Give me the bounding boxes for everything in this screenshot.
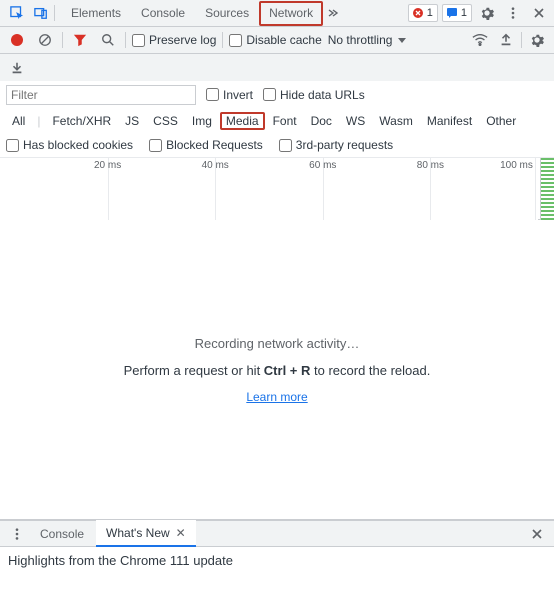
tab-elements[interactable]: Elements <box>61 0 131 27</box>
type-filter-bar: All | Fetch/XHR JS CSS Img Media Font Do… <box>0 108 554 133</box>
filter-bar: Invert Hide data URLs <box>0 81 554 108</box>
divider <box>125 32 126 48</box>
tab-console[interactable]: Console <box>131 0 195 27</box>
tick-label: 80 ms <box>417 160 444 171</box>
filter-ws[interactable]: WS <box>340 112 371 130</box>
tab-network[interactable]: Network <box>259 1 323 26</box>
hint-suffix: to record the reload. <box>310 363 430 378</box>
third-party-checkbox[interactable]: 3rd-party requests <box>279 138 393 152</box>
filter-icon[interactable] <box>69 29 91 51</box>
close-devtools-icon[interactable] <box>528 2 550 24</box>
info-icon <box>447 8 457 18</box>
drawer-whats-new-label: What's New <box>106 526 170 540</box>
has-blocked-cookies-checkbox[interactable]: Has blocked cookies <box>6 138 133 152</box>
third-party-label: 3rd-party requests <box>296 138 393 152</box>
error-count-badge[interactable]: 1 <box>408 4 438 22</box>
disable-cache-input[interactable] <box>229 34 242 47</box>
devtools-top-tabbar: Elements Console Sources Network 1 1 <box>0 0 554 27</box>
throttling-dropdown[interactable]: No throttling <box>328 33 407 47</box>
divider: | <box>33 114 44 128</box>
network-settings-icon[interactable] <box>526 29 548 51</box>
tab-sources[interactable]: Sources <box>195 0 259 27</box>
hide-data-urls-label: Hide data URLs <box>280 88 365 102</box>
divider <box>521 32 522 48</box>
tick-label: 60 ms <box>309 160 336 171</box>
hide-data-urls-checkbox[interactable]: Hide data URLs <box>263 88 365 102</box>
search-icon[interactable] <box>97 29 119 51</box>
blocked-requests-input[interactable] <box>149 139 162 152</box>
close-drawer-icon[interactable] <box>526 523 548 545</box>
filter-input[interactable] <box>6 85 196 105</box>
hint-prefix: Perform a request or hit <box>124 363 264 378</box>
blocked-requests-checkbox[interactable]: Blocked Requests <box>149 138 263 152</box>
blocked-filter-row: Has blocked cookies Blocked Requests 3rd… <box>0 133 554 158</box>
invert-input[interactable] <box>206 88 219 101</box>
has-blocked-cookies-input[interactable] <box>6 139 19 152</box>
import-har-icon[interactable] <box>495 29 517 51</box>
device-toolbar-icon[interactable] <box>30 2 52 24</box>
divider <box>222 32 223 48</box>
divider <box>54 5 55 21</box>
filter-doc[interactable]: Doc <box>305 112 338 130</box>
record-button[interactable] <box>6 29 28 51</box>
kebab-menu-icon[interactable] <box>502 2 524 24</box>
preserve-log-input[interactable] <box>132 34 145 47</box>
network-toolbar-secondary <box>0 54 554 81</box>
filter-media[interactable]: Media <box>220 112 265 130</box>
invert-checkbox[interactable]: Invert <box>206 88 253 102</box>
close-tab-icon[interactable]: ✕ <box>176 526 186 540</box>
drawer-body: Highlights from the Chrome 111 update <box>0 547 554 574</box>
tick-label: 100 ms <box>500 160 533 171</box>
info-count-badge[interactable]: 1 <box>442 4 472 22</box>
network-conditions-icon[interactable] <box>469 29 491 51</box>
clear-icon[interactable] <box>34 29 56 51</box>
throttling-value: No throttling <box>328 33 393 47</box>
filter-js[interactable]: JS <box>119 112 145 130</box>
error-count: 1 <box>427 7 433 19</box>
drawer-tab-whats-new[interactable]: What's New ✕ <box>96 520 196 547</box>
disable-cache-label: Disable cache <box>246 33 321 47</box>
disable-cache-checkbox[interactable]: Disable cache <box>229 33 321 47</box>
overview-timeline[interactable]: 20 ms 40 ms 60 ms 80 ms 100 ms <box>0 158 554 220</box>
chevron-down-icon <box>398 38 406 43</box>
filter-wasm[interactable]: Wasm <box>373 112 419 130</box>
tick-label: 40 ms <box>202 160 229 171</box>
invert-label: Invert <box>223 88 253 102</box>
panel-tabs: Elements Console Sources Network <box>61 0 343 27</box>
drawer-console-label: Console <box>40 527 84 541</box>
drawer-kebab-icon[interactable] <box>6 523 28 545</box>
filter-img[interactable]: Img <box>186 112 218 130</box>
settings-icon[interactable] <box>476 2 498 24</box>
preserve-log-label: Preserve log <box>149 33 216 47</box>
drawer-tabbar: Console What's New ✕ <box>0 520 554 547</box>
filter-css[interactable]: CSS <box>147 112 184 130</box>
filter-manifest[interactable]: Manifest <box>421 112 478 130</box>
drawer-headline: Highlights from the Chrome 111 update <box>8 553 233 568</box>
has-blocked-cookies-label: Has blocked cookies <box>23 138 133 152</box>
overview-scrollbar[interactable] <box>540 158 554 220</box>
filter-all[interactable]: All <box>6 112 31 130</box>
hint-shortcut: Ctrl + R <box>264 363 311 378</box>
more-tabs-icon[interactable] <box>323 0 343 27</box>
network-toolbar: Preserve log Disable cache No throttling <box>0 27 554 54</box>
filter-other[interactable]: Other <box>480 112 522 130</box>
info-count: 1 <box>461 7 467 19</box>
network-empty-state: Recording network activity… Perform a re… <box>0 220 554 520</box>
blocked-requests-label: Blocked Requests <box>166 138 263 152</box>
divider <box>62 32 63 48</box>
third-party-input[interactable] <box>279 139 292 152</box>
inspect-element-icon[interactable] <box>6 2 28 24</box>
preserve-log-checkbox[interactable]: Preserve log <box>132 33 216 47</box>
export-har-icon[interactable] <box>6 57 28 79</box>
drawer-tab-console[interactable]: Console <box>30 520 94 547</box>
error-icon <box>413 8 423 18</box>
tick-label: 20 ms <box>94 160 121 171</box>
learn-more-link[interactable]: Learn more <box>246 390 307 404</box>
filter-fetchxhr[interactable]: Fetch/XHR <box>46 112 117 130</box>
hide-data-urls-input[interactable] <box>263 88 276 101</box>
filter-font[interactable]: Font <box>267 112 303 130</box>
recording-label: Recording network activity… <box>195 336 360 351</box>
recording-hint: Perform a request or hit Ctrl + R to rec… <box>124 363 431 378</box>
